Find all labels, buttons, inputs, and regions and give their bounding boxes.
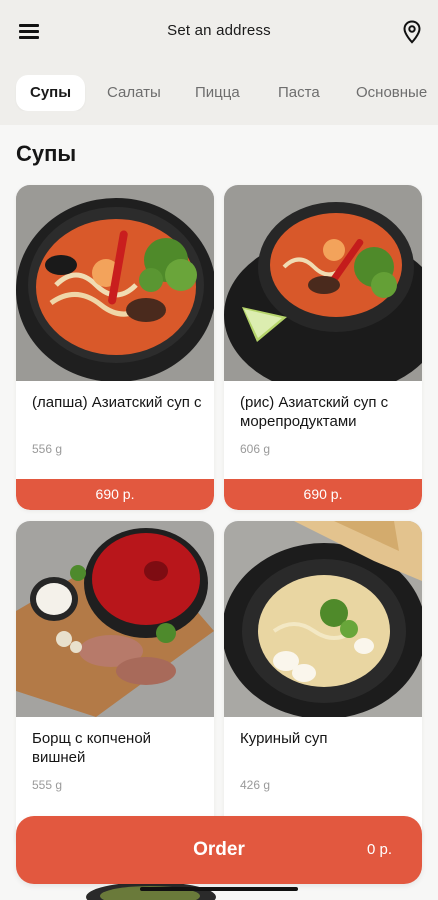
- category-tabs: Супы Салаты Пицца Паста Основные: [0, 75, 438, 111]
- product-photo: [224, 521, 422, 717]
- product-card[interactable]: (рис) Азиатский суп с морепродуктами 606…: [224, 185, 422, 510]
- add-to-cart-price-button[interactable]: 690 р.: [16, 479, 214, 510]
- product-card[interactable]: Куриный суп 426 g: [224, 521, 422, 851]
- tab-pasta[interactable]: Паста: [264, 75, 334, 111]
- product-name: Борщ с копченой вишней: [32, 730, 152, 766]
- product-name: Куриный суп: [240, 730, 328, 747]
- product-photo: [16, 185, 214, 381]
- product-photo: [224, 185, 422, 381]
- tab-main-dishes[interactable]: Основные: [342, 75, 438, 111]
- home-indicator[interactable]: [140, 887, 298, 891]
- tab-salads[interactable]: Салаты: [93, 75, 175, 111]
- product-photo: [16, 521, 214, 717]
- address-selector[interactable]: Set an address: [0, 22, 438, 39]
- map-pin-icon[interactable]: [402, 20, 422, 44]
- product-weight: 555 g: [32, 778, 63, 792]
- add-to-cart-price-button[interactable]: 690 р.: [224, 479, 422, 510]
- product-weight: 426 g: [240, 778, 271, 792]
- product-card[interactable]: (лапша) Азиатский суп с 556 g 690 р.: [16, 185, 214, 510]
- section-title: Супы: [16, 141, 77, 166]
- order-total: 0 р.: [366, 841, 392, 858]
- order-label: Order: [193, 839, 245, 860]
- product-weight: 556 g: [32, 442, 63, 456]
- tab-soups[interactable]: Супы: [16, 75, 86, 111]
- top-bar: Set an address Супы Салаты Пицца Паста О…: [0, 0, 438, 125]
- product-card[interactable]: Борщ с копченой вишней 555 g: [16, 521, 214, 851]
- order-button[interactable]: Order 0 р.: [16, 816, 422, 884]
- product-name: (лапша) Азиатский суп с: [32, 394, 202, 411]
- tab-pizza[interactable]: Пицца: [181, 75, 254, 111]
- product-name: (рис) Азиатский суп с морепродуктами: [240, 394, 389, 430]
- product-weight: 606 g: [240, 442, 271, 456]
